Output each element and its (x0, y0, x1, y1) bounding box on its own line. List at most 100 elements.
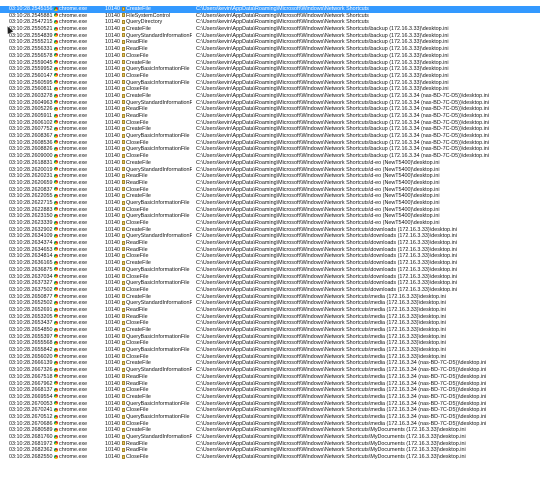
event-process: chrome.exe (54, 367, 102, 374)
event-operation-text: ReadFile (126, 106, 148, 113)
event-row[interactable]: 03:10:28.2636875 chrome.exe 10140 QueryBasi… (0, 267, 540, 274)
event-time-text: 03:10:28.2545881 (9, 12, 53, 19)
event-row[interactable]: 03:10:28.2608367 chrome.exe 10140 QueryBasi… (0, 133, 540, 140)
event-row[interactable]: 03:10:28.2545156 chrome.exe 10140 CreateFil… (0, 6, 540, 13)
event-row[interactable]: 03:10:28.2608826 chrome.exe 10140 QueryBasi… (0, 146, 540, 153)
event-row[interactable]: 03:10:28.2560147 chrome.exe 10140 CloseFile… (0, 73, 540, 80)
event-row[interactable]: 03:10:28.2550521 chrome.exe 10140 CreateFil… (0, 26, 540, 33)
event-row[interactable]: 03:10:28.2668137 chrome.exe 10140 CloseFile… (0, 387, 540, 394)
event-row[interactable]: 03:10:28.2618831 chrome.exe 10140 CreateFil… (0, 160, 540, 167)
event-path: C:\Users\kevin\AppData\Roaming\Microsoft… (196, 401, 536, 408)
event-row[interactable]: 03:10:28.2603278 chrome.exe 10140 CreateFil… (0, 93, 540, 100)
event-operation-text: CreateFile (126, 92, 151, 99)
event-pid-text: 10140 (105, 400, 120, 407)
event-pid: 10140 (103, 33, 120, 40)
event-pid-text: 10140 (105, 393, 120, 400)
event-row[interactable]: 03:10:28.2606102 chrome.exe 10140 CloseFile… (0, 120, 540, 127)
event-row[interactable]: 03:10:28.2681972 chrome.exe 10140 ReadFile C… (0, 441, 540, 448)
event-row[interactable]: 03:10:28.2634653 chrome.exe 10140 ReadFile C… (0, 247, 540, 254)
event-row[interactable]: 03:10:28.2556331 chrome.exe 10140 ReadFile C… (0, 46, 540, 53)
event-row[interactable]: 03:10:28.2667326 chrome.exe 10140 QueryStan… (0, 367, 540, 374)
event-row[interactable]: 03:10:28.2652502 chrome.exe 10140 QueryStan… (0, 300, 540, 307)
event-row[interactable]: 03:10:28.2547215 chrome.exe 10140 QueryDire… (0, 19, 540, 26)
file-operation-icon (122, 13, 125, 18)
event-row[interactable]: 03:10:28.2622883 chrome.exe 10140 CloseFile… (0, 207, 540, 214)
event-row[interactable]: 03:10:28.2623339 chrome.exe 10140 CloseFile… (0, 220, 540, 227)
event-row[interactable]: 03:10:28.2609000 chrome.exe 10140 CloseFile… (0, 153, 540, 160)
event-row[interactable]: 03:10:28.2667518 chrome.exe 10140 ReadFile C… (0, 374, 540, 381)
event-row[interactable]: 03:10:28.2682362 chrome.exe 10140 ReadFile C… (0, 447, 540, 454)
event-process: chrome.exe (54, 26, 102, 33)
event-row[interactable]: 03:10:28.2620019 chrome.exe 10140 QueryStan… (0, 167, 540, 174)
event-row[interactable]: 03:10:28.2680589 chrome.exe 10140 CreateFil… (0, 427, 540, 434)
event-row[interactable]: 03:10:28.2681760 chrome.exe 10140 QueryStan… (0, 434, 540, 441)
event-row[interactable]: 03:10:28.2634814 chrome.exe 10140 CloseFile… (0, 253, 540, 260)
event-row[interactable]: 03:10:28.2634109 chrome.exe 10140 QueryStan… (0, 233, 540, 240)
event-process: chrome.exe (54, 407, 102, 414)
event-row[interactable]: 03:10:28.2605911 chrome.exe 10140 ReadFile C… (0, 113, 540, 120)
event-row[interactable]: 03:10:28.2608536 chrome.exe 10140 CloseFile… (0, 140, 540, 147)
event-path: C:\Users\kevin\AppData\Roaming\Microsoft… (196, 187, 536, 194)
event-operation-text: QueryStandardInformationFile (126, 32, 192, 39)
event-pid: 10140 (103, 180, 120, 187)
event-row[interactable]: 03:10:28.2622055 chrome.exe 10140 CreateFil… (0, 193, 540, 200)
event-row[interactable]: 03:10:28.2545881 chrome.exe 10140 FileSyste… (0, 13, 540, 20)
event-pid-text: 10140 (105, 253, 120, 260)
event-operation-text: CloseFile (126, 340, 149, 347)
event-row[interactable]: 03:10:28.2655842 chrome.exe 10140 QueryBasi… (0, 347, 540, 354)
event-row[interactable]: 03:10:28.2560811 chrome.exe 10140 CloseFile… (0, 86, 540, 93)
event-row[interactable]: 03:10:28.2604963 chrome.exe 10140 QueryStan… (0, 100, 540, 107)
event-row[interactable]: 03:10:28.2559045 chrome.exe 10140 CreateFil… (0, 60, 540, 67)
event-row[interactable]: 03:10:28.2656020 chrome.exe 10140 CloseFile… (0, 354, 540, 361)
event-row[interactable]: 03:10:28.2637034 chrome.exe 10140 CloseFile… (0, 274, 540, 281)
event-row[interactable]: 03:10:28.2634374 chrome.exe 10140 ReadFile C… (0, 240, 540, 247)
event-row[interactable]: 03:10:28.2623150 chrome.exe 10140 QueryBasi… (0, 213, 540, 220)
event-row[interactable]: 03:10:28.2607752 chrome.exe 10140 CreateFil… (0, 126, 540, 133)
event-row[interactable]: 03:10:28.2682550 chrome.exe 10140 CloseFile… (0, 454, 540, 461)
event-row[interactable]: 03:10:28.2559952 chrome.exe 10140 QueryBasi… (0, 66, 540, 73)
event-time-text: 03:10:28.2637502 (9, 286, 53, 293)
chrome-icon (54, 300, 58, 305)
event-time-text: 03:10:28.2667326 (9, 367, 53, 374)
event-row[interactable]: 03:10:28.2653437 chrome.exe 10140 CloseFile… (0, 320, 540, 327)
event-path: C:\Users\kevin\AppData\Roaming\Microsoft… (196, 247, 536, 254)
event-pid-text: 10140 (105, 233, 120, 240)
event-row[interactable]: 03:10:28.2622715 chrome.exe 10140 QueryBasi… (0, 200, 540, 207)
event-row[interactable]: 03:10:28.2650877 chrome.exe 10140 CreateFil… (0, 294, 540, 301)
event-row[interactable]: 03:10:28.2653205 chrome.exe 10140 ReadFile C… (0, 314, 540, 321)
event-row[interactable]: 03:10:28.2637502 chrome.exe 10140 CloseFile… (0, 287, 540, 294)
file-operation-icon (122, 53, 125, 58)
event-row[interactable]: 03:10:28.2666139 chrome.exe 10140 CreateFil… (0, 360, 540, 367)
event-row[interactable]: 03:10:28.2655568 chrome.exe 10140 CloseFile… (0, 340, 540, 347)
event-row[interactable]: 03:10:28.2670053 chrome.exe 10140 QueryBasi… (0, 401, 540, 408)
event-row[interactable]: 03:10:28.2652691 chrome.exe 10140 ReadFile C… (0, 307, 540, 314)
event-row[interactable]: 03:10:28.2670512 chrome.exe 10140 QueryBasi… (0, 414, 540, 421)
event-row[interactable]: 03:10:28.2667962 chrome.exe 10140 ReadFile C… (0, 381, 540, 388)
event-row[interactable]: 03:10:28.2620231 chrome.exe 10140 ReadFile C… (0, 173, 540, 180)
event-row[interactable]: 03:10:28.2620837 chrome.exe 10140 CloseFile… (0, 187, 540, 194)
event-row[interactable]: 03:10:28.2560595 chrome.exe 10140 QueryBasi… (0, 80, 540, 87)
event-process: chrome.exe (54, 253, 102, 260)
event-row[interactable]: 03:10:28.2555212 chrome.exe 10140 ReadFile C… (0, 39, 540, 46)
event-row[interactable]: 03:10:28.2554839 chrome.exe 10140 QueryStan… (0, 33, 540, 40)
event-row[interactable]: 03:10:28.2605226 chrome.exe 10140 ReadFile C… (0, 106, 540, 113)
event-pid: 10140 (103, 360, 120, 367)
event-pid: 10140 (103, 80, 120, 87)
event-process: chrome.exe (54, 441, 102, 448)
event-time-text: 03:10:28.2650877 (9, 293, 53, 300)
event-row[interactable]: 03:10:28.2669554 chrome.exe 10140 CreateFil… (0, 394, 540, 401)
event-pid: 10140 (103, 193, 120, 200)
event-row[interactable]: 03:10:28.2670686 chrome.exe 10140 CloseFile… (0, 421, 540, 428)
event-row[interactable]: 03:10:28.2636165 chrome.exe 10140 CreateFil… (0, 260, 540, 267)
event-process-text: chrome.exe (59, 99, 88, 106)
event-row[interactable]: 03:10:28.2637327 chrome.exe 10140 QueryBasi… (0, 280, 540, 287)
event-row[interactable]: 03:10:28.2620659 chrome.exe 10140 ReadFile C… (0, 180, 540, 187)
event-row[interactable]: 03:10:28.2654850 chrome.exe 10140 CreateFil… (0, 327, 540, 334)
event-row[interactable]: 03:10:28.2670241 chrome.exe 10140 CloseFile… (0, 407, 540, 414)
event-row[interactable]: 03:10:28.2655397 chrome.exe 10140 QueryBasi… (0, 334, 540, 341)
event-time-text: 03:10:28.2670241 (9, 407, 53, 414)
event-pid: 10140 (103, 314, 120, 321)
event-time-text: 03:10:28.2680589 (9, 427, 53, 434)
event-row[interactable]: 03:10:28.2632902 chrome.exe 10140 CreateFil… (0, 227, 540, 234)
event-row[interactable]: 03:10:28.2556578 chrome.exe 10140 CloseFile… (0, 53, 540, 60)
